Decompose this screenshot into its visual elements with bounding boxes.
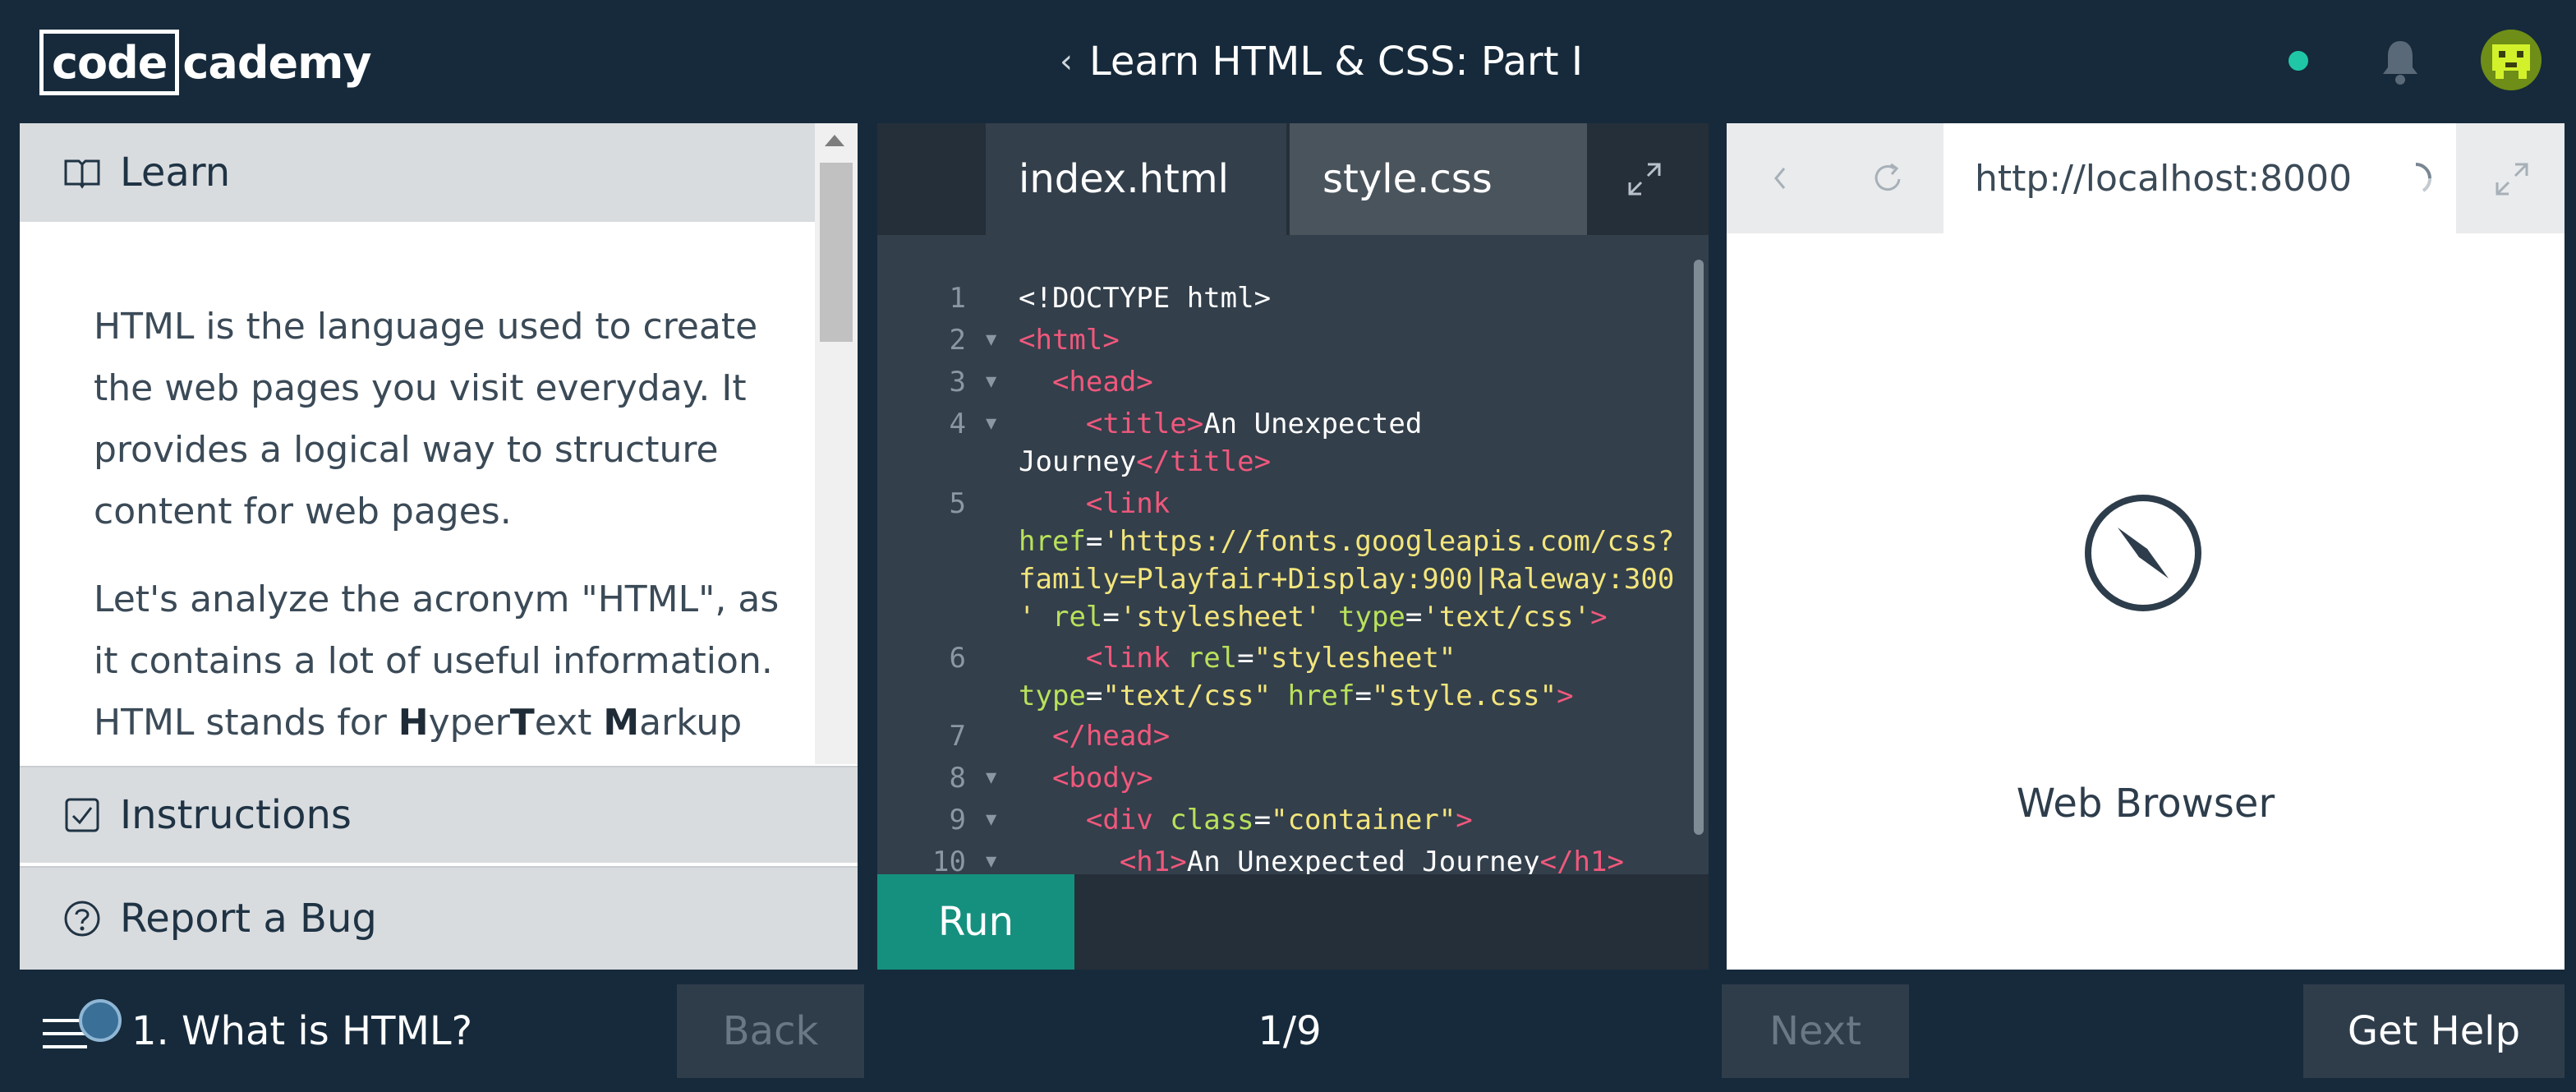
fold-arrow-icon[interactable]: ▼	[986, 321, 1002, 359]
logo-boxed-text: code	[39, 30, 180, 95]
chevron-left-icon	[1774, 168, 1786, 189]
fold-arrow-icon[interactable]: ▼	[986, 759, 1002, 797]
logo-text: cademy	[182, 36, 371, 89]
editor-tabs: index.html style.css	[877, 123, 1709, 235]
compass-icon	[2085, 495, 2201, 611]
learn-label: Learn	[120, 150, 231, 196]
web-browser-label: Web Browser	[2016, 781, 2275, 827]
question-circle-icon	[64, 901, 100, 937]
notification-dot	[79, 999, 122, 1042]
url-bar[interactable]: http://localhost:8000	[1944, 123, 2456, 233]
browser-toolbar: http://localhost:8000	[1727, 123, 2564, 233]
lesson-content: HTML is the language used to create the …	[94, 296, 784, 780]
book-icon	[64, 159, 100, 189]
run-bar: Run	[877, 874, 1709, 970]
back-button[interactable]: Back	[677, 984, 864, 1078]
report-bug-section-header[interactable]: Report a Bug	[20, 866, 858, 970]
fold-arrow-icon[interactable]: ▼	[986, 801, 1002, 839]
lesson-panel: Learn HTML is the language used to creat…	[20, 123, 858, 970]
expand-icon[interactable]	[1623, 158, 1666, 200]
browser-back-button[interactable]	[1727, 123, 1833, 233]
chevron-left-icon: ‹	[1060, 43, 1073, 81]
lesson-scrollbar[interactable]	[815, 123, 858, 764]
browser-refresh-button[interactable]	[1835, 123, 1942, 233]
checkbox-icon	[65, 798, 99, 832]
refresh-icon	[1874, 163, 1901, 191]
course-title-link[interactable]: ‹ Learn HTML & CSS: Part I	[1060, 33, 1583, 90]
get-help-button[interactable]: Get Help	[2303, 984, 2564, 1078]
code-area[interactable]: 1 <!DOCTYPE html> 2 ▼ <html> 3 ▼ <head> …	[877, 279, 1709, 970]
status-indicator	[2288, 51, 2308, 71]
codecademy-logo[interactable]: code cademy	[39, 30, 372, 95]
learn-section-header[interactable]: Learn	[20, 123, 815, 222]
tab-style-css[interactable]: style.css	[1290, 123, 1587, 235]
bottom-bar: 1. What is HTML? Back 1/9 Next Get Help	[0, 970, 2576, 1092]
instructions-label: Instructions	[120, 792, 352, 838]
url-text: http://localhost:8000	[1975, 157, 2353, 200]
next-button[interactable]: Next	[1722, 984, 1909, 1078]
report-bug-label: Report a Bug	[120, 896, 377, 942]
avatar[interactable]	[2481, 30, 2542, 90]
lesson-paragraph: Let's analyze the acronym "HTML", as it …	[94, 578, 780, 744]
instructions-section-header[interactable]: Instructions	[20, 766, 858, 863]
run-button[interactable]: Run	[877, 874, 1074, 970]
loading-spinner-icon	[2415, 163, 2431, 192]
scroll-thumb[interactable]	[820, 163, 853, 342]
expand-icon[interactable]	[2491, 158, 2533, 200]
code-editor: index.html style.css 1 <!DOCTYPE html> 2…	[877, 123, 1709, 970]
lesson-paragraph: HTML is the language used to create the …	[94, 306, 758, 532]
top-bar: code cademy ‹ Learn HTML & CSS: Part I	[0, 0, 2576, 123]
lesson-title[interactable]: 1. What is HTML?	[131, 1002, 472, 1060]
editor-scrollbar[interactable]	[1694, 260, 1704, 835]
fold-arrow-icon[interactable]: ▼	[986, 363, 1002, 401]
scroll-up-arrow-icon[interactable]	[825, 135, 844, 146]
bell-icon[interactable]	[2379, 38, 2422, 85]
web-browser-panel: http://localhost:8000 Web Browser	[1727, 123, 2564, 970]
tab-index-html[interactable]: index.html	[986, 123, 1286, 235]
fold-arrow-icon[interactable]: ▼	[986, 405, 1002, 443]
course-title: Learn HTML & CSS: Part I	[1089, 39, 1583, 85]
progress-indicator: 1/9	[1258, 1008, 1322, 1054]
